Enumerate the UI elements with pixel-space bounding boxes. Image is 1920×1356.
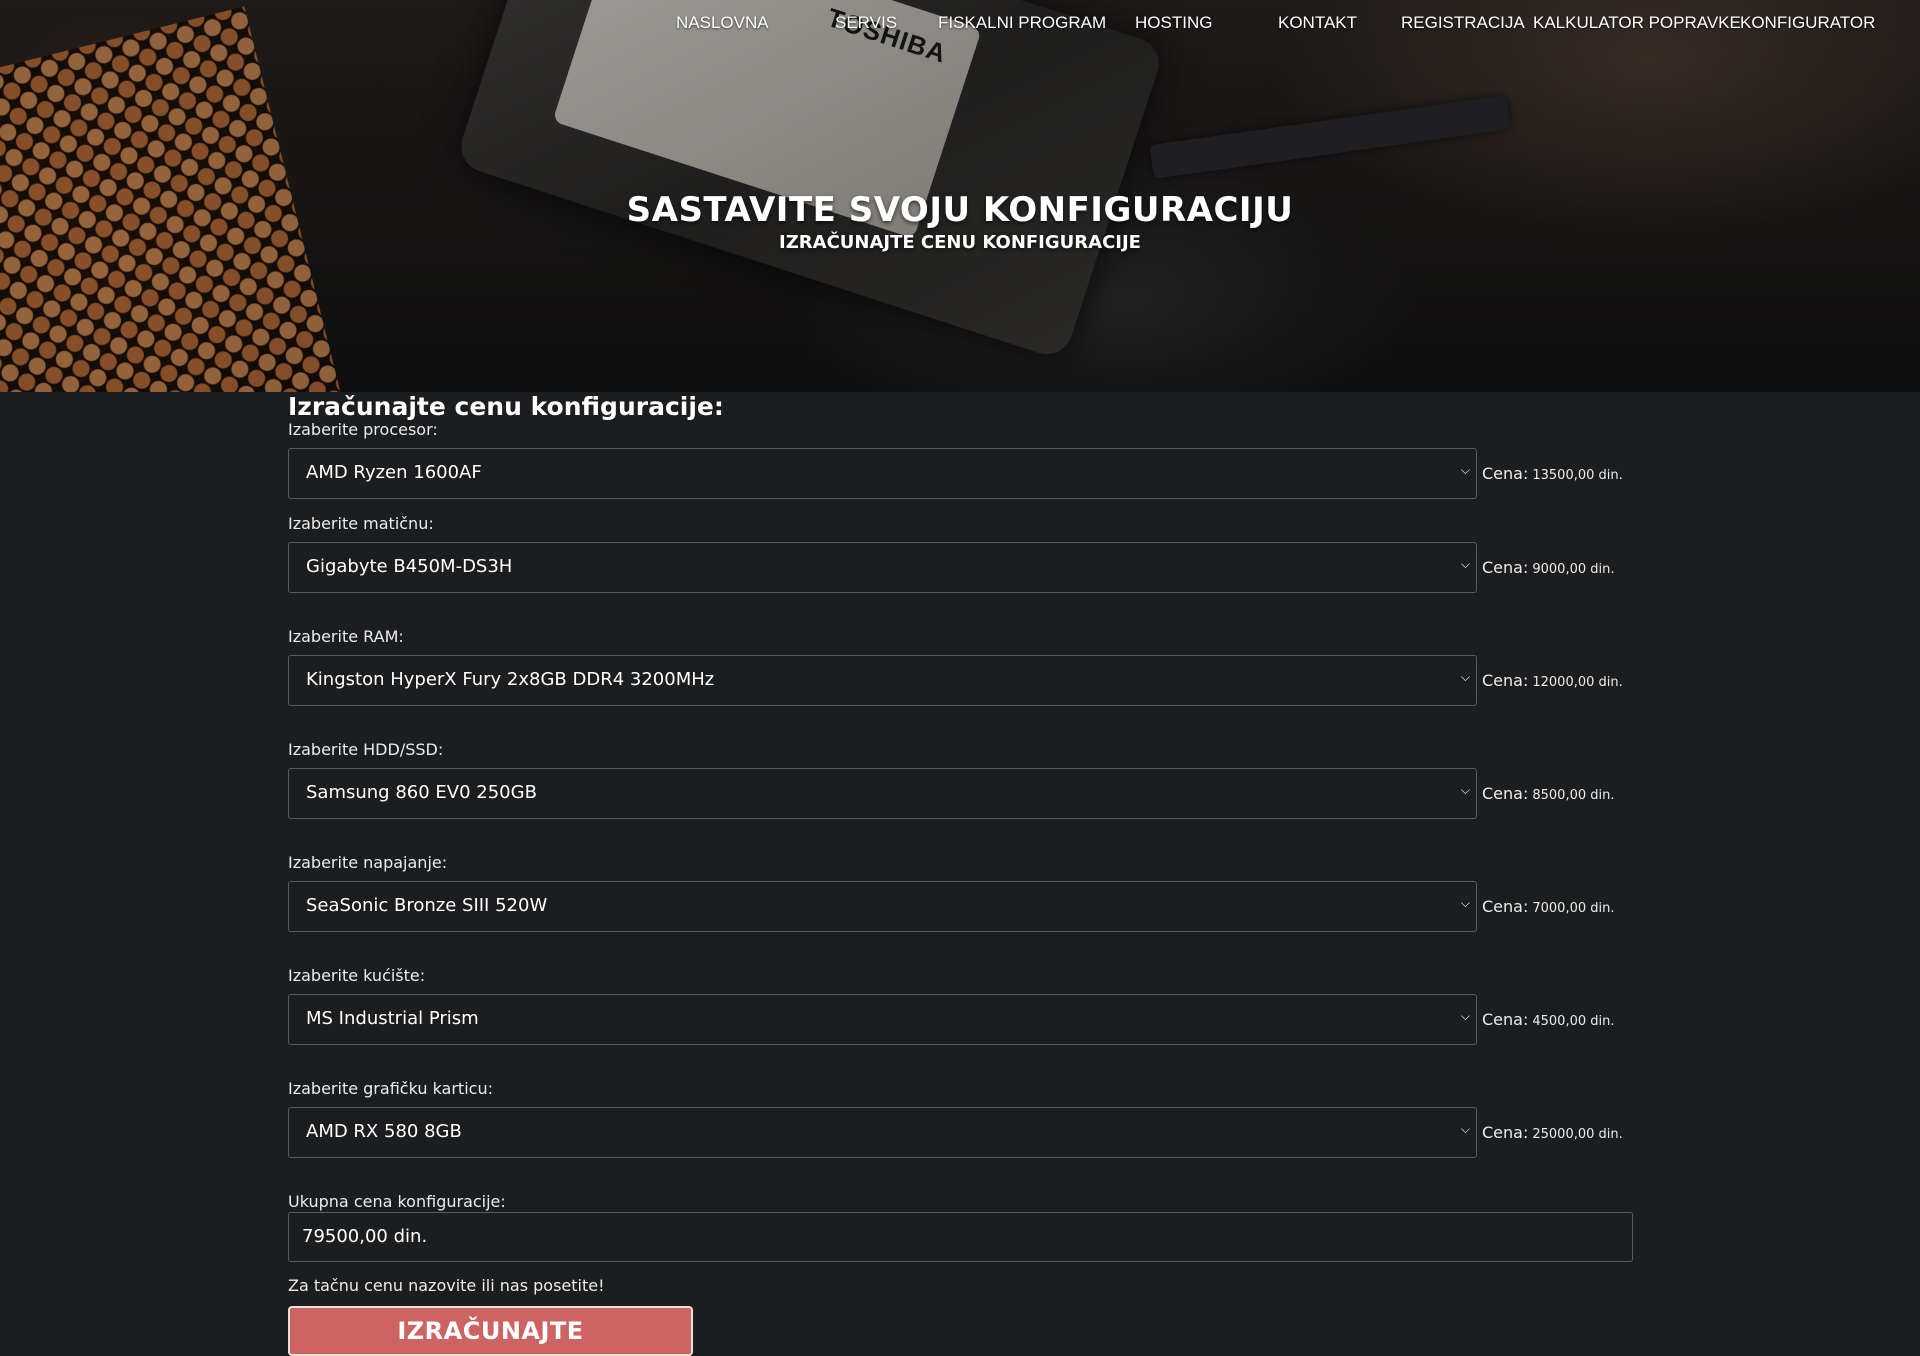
chevron-down-icon: ⌵ (1460, 1122, 1470, 1136)
select-maticna-value: Gigabyte B450M-DS3H (306, 556, 513, 577)
price-label: Cena: (1482, 558, 1529, 577)
nav-link-registracija[interactable]: REGISTRACIJA (1401, 13, 1525, 33)
price-value: 4500,00 din. (1532, 1014, 1615, 1029)
price-label: Cena: (1482, 897, 1529, 916)
price-hdd-ssd: Cena: 8500,00 din. (1482, 784, 1615, 803)
calculate-button[interactable]: IZRAČUNAJTE (288, 1306, 693, 1356)
nav-link-fiskalni-program[interactable]: FISKALNI PROGRAM (938, 13, 1106, 33)
form-title: Izračunajte cenu konfiguracije: (288, 392, 724, 421)
select-procesor-value: AMD Ryzen 1600AF (306, 462, 482, 483)
select-graficka[interactable]: AMD RX 580 8GB ⌵ (288, 1107, 1477, 1158)
price-procesor: Cena: 13500,00 din. (1482, 464, 1623, 483)
label-hdd-ssd: Izaberite HDD/SSD: (288, 740, 444, 759)
select-ram-value: Kingston HyperX Fury 2x8GB DDR4 3200MHz (306, 669, 715, 690)
price-napajanje: Cena: 7000,00 din. (1482, 897, 1615, 916)
price-value: 9000,00 din. (1532, 562, 1615, 577)
nav-link-hosting[interactable]: HOSTING (1135, 13, 1212, 33)
price-graficka: Cena: 25000,00 din. (1482, 1123, 1623, 1142)
select-maticna[interactable]: Gigabyte B450M-DS3H ⌵ (288, 542, 1477, 593)
chevron-down-icon: ⌵ (1460, 463, 1470, 477)
nav-link-naslovna[interactable]: NASLOVNA (676, 13, 769, 33)
price-value: 25000,00 din. (1532, 1127, 1623, 1142)
contact-note: Za tačnu cenu nazovite ili nas posetite! (288, 1276, 605, 1295)
price-kuciste: Cena: 4500,00 din. (1482, 1010, 1615, 1029)
select-graficka-value: AMD RX 580 8GB (306, 1121, 462, 1142)
nav-link-kalkulator-popravke[interactable]: KALKULATOR POPRAVKE (1533, 13, 1741, 33)
price-maticna: Cena: 9000,00 din. (1482, 558, 1615, 577)
price-label: Cena: (1482, 464, 1529, 483)
select-napajanje-value: SeaSonic Bronze SIII 520W (306, 895, 548, 916)
price-value: 8500,00 din. (1532, 788, 1615, 803)
price-label: Cena: (1482, 1010, 1529, 1029)
price-label: Cena: (1482, 671, 1529, 690)
select-ram[interactable]: Kingston HyperX Fury 2x8GB DDR4 3200MHz … (288, 655, 1477, 706)
chevron-down-icon: ⌵ (1460, 670, 1470, 684)
label-graficka: Izaberite grafičku karticu: (288, 1079, 493, 1098)
hero-banner: TOSHIBA NASLOVNA SERVIS FISKALNI PROGRAM… (0, 0, 1920, 392)
total-price-value: 79500,00 din. (302, 1226, 428, 1247)
label-total: Ukupna cena konfiguracije: (288, 1192, 506, 1211)
label-kuciste: Izaberite kućište: (288, 966, 426, 985)
price-label: Cena: (1482, 1123, 1529, 1142)
price-value: 7000,00 din. (1532, 901, 1615, 916)
price-ram: Cena: 12000,00 din. (1482, 671, 1623, 690)
price-value: 12000,00 din. (1532, 675, 1623, 690)
nav-link-servis[interactable]: SERVIS (835, 13, 897, 33)
select-procesor[interactable]: AMD Ryzen 1600AF ⌵ (288, 448, 1477, 499)
price-label: Cena: (1482, 784, 1529, 803)
nav-link-kontakt[interactable]: KONTAKT (1278, 13, 1357, 33)
nav-link-konfigurator[interactable]: KONFIGURATOR (1740, 13, 1875, 33)
chevron-down-icon: ⌵ (1460, 896, 1470, 910)
select-kuciste-value: MS Industrial Prism (306, 1008, 479, 1029)
hero-subtitle: IZRAČUNAJTE CENU KONFIGURACIJE (779, 232, 1141, 253)
select-napajanje[interactable]: SeaSonic Bronze SIII 520W ⌵ (288, 881, 1477, 932)
price-value: 13500,00 din. (1532, 468, 1623, 483)
main-nav: NASLOVNA SERVIS FISKALNI PROGRAM HOSTING… (0, 0, 1920, 46)
label-procesor: Izaberite procesor: (288, 420, 438, 439)
select-hdd-ssd-value: Samsung 860 EV0 250GB (306, 782, 537, 803)
hero-title: SASTAVITE SVOJU KONFIGURACIJU (626, 190, 1294, 230)
chevron-down-icon: ⌵ (1460, 783, 1470, 797)
select-kuciste[interactable]: MS Industrial Prism ⌵ (288, 994, 1477, 1045)
chevron-down-icon: ⌵ (1460, 557, 1470, 571)
chevron-down-icon: ⌵ (1460, 1009, 1470, 1023)
label-maticna: Izaberite matičnu: (288, 514, 434, 533)
label-ram: Izaberite RAM: (288, 627, 404, 646)
select-hdd-ssd[interactable]: Samsung 860 EV0 250GB ⌵ (288, 768, 1477, 819)
label-napajanje: Izaberite napajanje: (288, 853, 448, 872)
total-price-field[interactable]: 79500,00 din. (288, 1212, 1633, 1262)
